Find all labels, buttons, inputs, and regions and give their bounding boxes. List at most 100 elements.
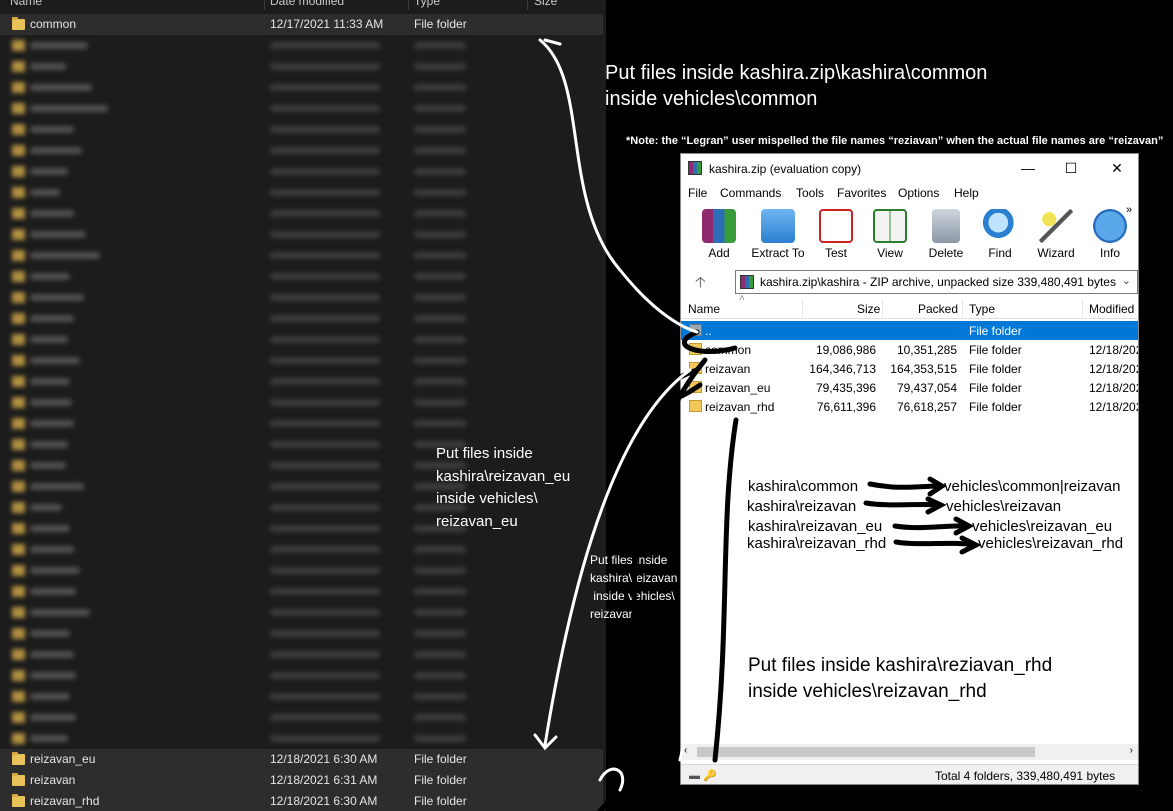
column-type[interactable]: Type	[969, 302, 995, 316]
row-type: File folder	[414, 773, 467, 787]
folder-up-icon	[689, 324, 702, 336]
blurred-row	[0, 140, 603, 161]
folder-icon	[12, 17, 25, 30]
test-icon	[819, 209, 853, 243]
chevron-down-icon[interactable]: ⌄	[1122, 274, 1131, 287]
file-row-common[interactable]: common 19,086,986 10,351,285 File folder…	[681, 340, 1138, 359]
file-name: reizavan_eu	[705, 381, 771, 395]
scroll-thumb[interactable]	[697, 747, 1035, 757]
menu-file[interactable]: File	[688, 186, 707, 200]
file-type: File folder	[969, 381, 1022, 395]
explorer-row-reizavan-rhd[interactable]: reizavan_rhd 12/18/2021 6:30 AM File fol…	[0, 791, 603, 811]
find-button[interactable]: Find	[975, 209, 1025, 260]
folder-icon	[689, 362, 702, 374]
view-button[interactable]: View	[865, 209, 915, 260]
file-name: reizavan_rhd	[705, 400, 775, 414]
blurred-row	[0, 665, 603, 686]
blurred-row	[0, 56, 603, 77]
folder-icon	[689, 400, 702, 412]
blurred-row	[0, 224, 603, 245]
column-type-header[interactable]: Type	[414, 0, 440, 8]
annotation-misspelling-note: *Note: the “Legran” user mispelled the f…	[626, 135, 1164, 147]
row-date: 12/17/2021 11:33 AM	[270, 17, 384, 31]
test-button[interactable]: Test	[811, 209, 861, 260]
toolbar-overflow-icon[interactable]: »	[1126, 204, 1132, 216]
blurred-row	[0, 350, 603, 371]
column-size-header[interactable]: Size	[534, 0, 557, 8]
file-type: File folder	[969, 400, 1022, 414]
column-packed[interactable]: Packed	[918, 302, 958, 316]
info-button[interactable]: Info	[1085, 209, 1135, 260]
row-name: reizavan_eu	[30, 752, 96, 766]
file-row-reizavan[interactable]: reizavan 164,346,713 164,353,515 File fo…	[681, 359, 1138, 378]
drive-key-icon[interactable]: ▬ 🔑	[689, 769, 717, 782]
column-modified[interactable]: Modified	[1089, 302, 1134, 316]
explorer-row-common[interactable]: common 12/17/2021 11:33 AM File folder	[0, 14, 603, 35]
blurred-row	[0, 119, 603, 140]
map-target-reizavan-eu: vehicles\reizavan_eu	[972, 518, 1113, 535]
extract-label: Extract To	[751, 246, 805, 260]
annotation-reizavan-eu: Put files inside kashira\reizavan_eu ins…	[436, 445, 571, 530]
map-source-reizavan-rhd: kashira\reizavan_rhd	[747, 535, 887, 552]
status-text: Total 4 folders, 339,480,491 bytes	[935, 769, 1116, 783]
scroll-left-icon[interactable]: ‹	[684, 745, 687, 756]
test-label: Test	[824, 246, 847, 260]
column-name[interactable]: Name	[688, 302, 720, 316]
view-label: View	[877, 246, 903, 260]
minimize-icon[interactable]: —	[1014, 158, 1042, 178]
row-date: 12/18/2021 6:30 AM	[270, 794, 378, 808]
file-modified: 12/18/202	[1089, 362, 1139, 376]
file-row-reizavan-rhd[interactable]: reizavan_rhd 76,611,396 76,618,257 File …	[681, 397, 1138, 416]
delete-label: Delete	[928, 246, 964, 260]
file-row-parent[interactable]: .. File folder	[681, 321, 1138, 340]
explorer-row-reizavan-eu[interactable]: reizavan_eu 12/18/2021 6:30 AM File fold…	[0, 749, 603, 770]
file-type: File folder	[969, 343, 1022, 357]
blurred-row	[0, 644, 603, 665]
up-arrow-icon[interactable]: 🡡	[695, 272, 706, 297]
add-label: Add	[708, 246, 730, 260]
horizontal-scrollbar[interactable]: ‹ ›	[681, 744, 1138, 760]
folder-icon	[689, 343, 702, 355]
row-name: reizavan_rhd	[30, 794, 100, 808]
delete-button[interactable]: Delete	[921, 209, 971, 260]
status-bar: ▬ 🔑 Total 4 folders, 339,480,491 bytes	[681, 764, 1138, 784]
maximize-icon[interactable]: ☐	[1057, 158, 1085, 178]
row-date: 12/18/2021 6:30 AM	[270, 752, 378, 766]
blurred-row	[0, 287, 603, 308]
file-packed: 164,353,515	[890, 362, 957, 376]
delete-icon	[932, 209, 960, 243]
blurred-row	[0, 266, 603, 287]
blurred-row	[0, 35, 603, 56]
blurred-row	[0, 602, 603, 623]
column-name-header[interactable]: Name	[10, 0, 42, 8]
blurred-row	[0, 413, 603, 434]
folder-icon	[12, 794, 25, 807]
file-modified: 12/18/202	[1089, 400, 1139, 414]
path-dropdown[interactable]: kashira.zip\kashira - ZIP archive, unpac…	[735, 270, 1138, 294]
archive-icon	[740, 275, 754, 289]
winrar-window: kashira.zip (evaluation copy) — ☐ ✕ File…	[680, 153, 1139, 785]
menu-commands[interactable]: Commands	[720, 186, 781, 200]
file-row-reizavan-eu[interactable]: reizavan_eu 79,435,396 79,437,054 File f…	[681, 378, 1138, 397]
menu-options[interactable]: Options	[898, 186, 939, 200]
blurred-row	[0, 245, 603, 266]
menu-favorites[interactable]: Favorites	[837, 186, 886, 200]
map-target-reizavan: vehicles\reizavan	[946, 498, 1062, 515]
menu-help[interactable]: Help	[954, 186, 979, 200]
blurred-row	[0, 77, 603, 98]
map-source-reizavan-eu: kashira\reizavan_eu	[748, 518, 883, 535]
menu-tools[interactable]: Tools	[796, 186, 824, 200]
column-date-header[interactable]: Date modified	[270, 0, 344, 8]
window-title-bar[interactable]: kashira.zip (evaluation copy) — ☐ ✕	[681, 154, 1138, 182]
scroll-right-icon[interactable]: ›	[1130, 745, 1133, 756]
blurred-row	[0, 161, 603, 182]
explorer-row-reizavan[interactable]: reizavan 12/18/2021 6:31 AM File folder	[0, 770, 603, 791]
close-icon[interactable]: ✕	[1103, 158, 1131, 178]
column-size[interactable]: Size	[857, 302, 880, 316]
wizard-button[interactable]: Wizard	[1031, 209, 1081, 260]
extract-to-button[interactable]: Extract To	[749, 209, 807, 260]
blurred-row	[0, 581, 603, 602]
find-icon	[983, 209, 1017, 243]
file-packed: 76,618,257	[896, 400, 957, 414]
add-button[interactable]: Add	[694, 209, 744, 260]
